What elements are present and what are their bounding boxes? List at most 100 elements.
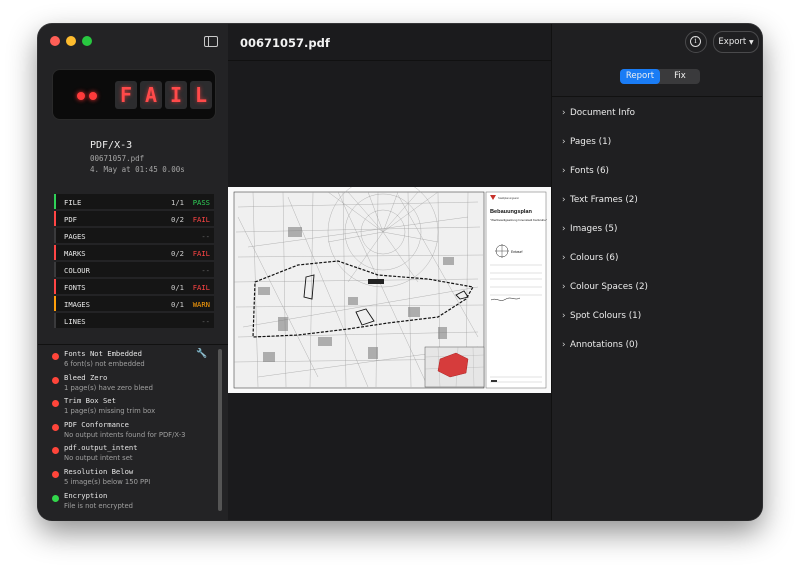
check-row-file[interactable]: FILE 1/1 PASS	[54, 194, 214, 209]
tab-report[interactable]: Report	[620, 69, 660, 84]
status-bar	[54, 194, 56, 209]
export-label: Export	[718, 37, 747, 47]
chevron-right-icon: ›	[562, 166, 566, 176]
chevron-right-icon: ›	[562, 108, 566, 118]
report-section[interactable]: › Spot Colours (1)	[562, 311, 648, 340]
check-label: IMAGES	[64, 300, 90, 309]
chevron-right-icon: ›	[562, 137, 566, 147]
document-viewer: 00671057.pdf Stadtplanungsamt Bebauungsp…	[228, 24, 551, 520]
report-section[interactable]: › Fonts (6)	[562, 166, 648, 195]
section-label: Document Info	[570, 108, 636, 118]
report-section[interactable]: › Text Frames (2)	[562, 195, 648, 224]
check-row-fonts[interactable]: FONTS 0/1 FAIL	[54, 279, 214, 294]
check-count: 1/1	[171, 198, 184, 207]
issue-title: pdf.output_intent	[64, 443, 138, 453]
status-dot	[52, 376, 59, 384]
chevron-right-icon: ›	[562, 195, 566, 205]
check-row-images[interactable]: IMAGES 0/1 WARN	[54, 296, 214, 311]
check-count: 0/2	[171, 215, 184, 224]
check-list: FILE 1/1 PASS PDF 0/2 FAIL PAGES -- MARKS 0/2 FAIL…	[54, 194, 214, 330]
check-status: --	[201, 266, 210, 275]
check-row-colour[interactable]: COLOUR --	[54, 262, 214, 277]
issue-subtitle: No output intents found for PDF/X-3	[64, 430, 186, 439]
issue-subtitle: 6 font(s) not embedded	[64, 360, 145, 368]
issue-subtitle: No output intent set	[64, 454, 133, 463]
section-label: Annotations (0)	[570, 340, 639, 350]
section-label: Pages (1)	[570, 137, 612, 147]
status-dot	[52, 423, 59, 431]
check-timestamp: 4. May at 01:45 0.00s	[90, 165, 185, 174]
check-label: FILE	[64, 198, 82, 207]
file-name: 00671057.pdf	[90, 154, 145, 163]
check-label: LINES	[64, 317, 86, 326]
check-status: FAIL	[192, 283, 210, 292]
issue-subtitle: 1 page(s) missing trim box	[64, 407, 156, 416]
issue-subtitle: 5 image(s) below 150 PPI	[64, 478, 151, 486]
sidebar-icon[interactable]	[204, 36, 218, 47]
info-button[interactable]: i	[685, 31, 707, 53]
result-letter: A	[140, 81, 162, 109]
result-display: F A I L	[52, 69, 216, 120]
info-icon: i	[690, 36, 701, 47]
report-sections: › Document Info › Pages (1) › Fonts (6) › Text …	[562, 108, 648, 369]
chevron-right-icon: ›	[562, 282, 566, 292]
led-indicator	[89, 92, 97, 100]
chevron-right-icon: ›	[562, 224, 566, 234]
view-segmented-control: Report Fix	[620, 69, 700, 84]
result-letter: I	[165, 81, 187, 109]
report-section[interactable]: › Colours (6)	[562, 253, 648, 282]
page-preview[interactable]: Stadtplanungsamt Bebauungsplan "Wertbete…	[228, 176, 551, 393]
issue-title: Trim Box Set	[64, 396, 116, 406]
section-label: Images (5)	[570, 224, 618, 234]
tab-fix[interactable]: Fix	[660, 69, 700, 84]
check-status: --	[201, 232, 210, 241]
check-row-lines[interactable]: LINES --	[54, 313, 214, 328]
status-bar	[54, 228, 56, 243]
check-count: 0/1	[171, 300, 184, 309]
report-section[interactable]: › Annotations (0)	[562, 340, 648, 369]
check-row-pdf[interactable]: PDF 0/2 FAIL	[54, 211, 214, 226]
standard-title: PDF/X-3	[90, 140, 133, 151]
window-controls	[50, 36, 92, 46]
wrench-icon[interactable]: 🔧	[196, 349, 207, 359]
zoom-button[interactable]	[82, 36, 92, 46]
status-bar	[54, 279, 56, 294]
map-drawing: Stadtplanungsamt Bebauungsplan "Wertbete…	[228, 176, 551, 393]
status-bar	[54, 245, 56, 260]
issue-list: Fonts Not Embedded 6 font(s) not embedded…	[38, 344, 228, 520]
check-status: FAIL	[192, 215, 210, 224]
plan-subtitle: "Wertbeteiligsatzung Innenstadt Karlsruh…	[490, 218, 547, 222]
report-section[interactable]: › Document Info	[562, 108, 648, 137]
status-dot	[52, 447, 59, 455]
report-section[interactable]: › Pages (1)	[562, 137, 648, 166]
result-text: F A I L	[115, 81, 212, 109]
check-count: 0/1	[171, 283, 184, 292]
app-window: F A I L PDF/X-3 00671057.pdf 4. May at 0…	[38, 24, 762, 520]
check-row-marks[interactable]: MARKS 0/2 FAIL	[54, 245, 214, 260]
status-dot	[52, 353, 59, 360]
chevron-right-icon: ›	[562, 340, 566, 350]
check-count: 0/2	[171, 249, 184, 258]
result-letter: L	[190, 81, 212, 109]
sidebar: F A I L PDF/X-3 00671057.pdf 4. May at 0…	[38, 24, 229, 520]
check-status: --	[201, 317, 210, 326]
issue-title: Resolution Below	[64, 467, 134, 476]
status-bar	[54, 313, 56, 328]
section-label: Colour Spaces (2)	[570, 282, 648, 292]
report-section[interactable]: › Colour Spaces (2)	[562, 282, 648, 311]
check-label: COLOUR	[64, 266, 90, 275]
chevron-down-icon: ▼	[748, 39, 754, 46]
minimize-button[interactable]	[66, 36, 76, 46]
issue-title: Bleed Zero	[64, 372, 108, 382]
export-button[interactable]: Export ▼	[713, 31, 759, 53]
check-label: PAGES	[64, 232, 86, 241]
document-title: 00671057.pdf	[240, 36, 330, 50]
report-panel: i Export ▼ Report Fix › Document Info › Pag…	[551, 24, 762, 520]
check-row-pages[interactable]: PAGES --	[54, 228, 214, 243]
report-section[interactable]: › Images (5)	[562, 224, 648, 253]
section-label: Text Frames (2)	[570, 195, 638, 205]
scrollbar[interactable]	[218, 349, 222, 511]
status-bar	[54, 296, 56, 311]
close-button[interactable]	[50, 36, 60, 46]
section-label: Fonts (6)	[570, 166, 609, 176]
